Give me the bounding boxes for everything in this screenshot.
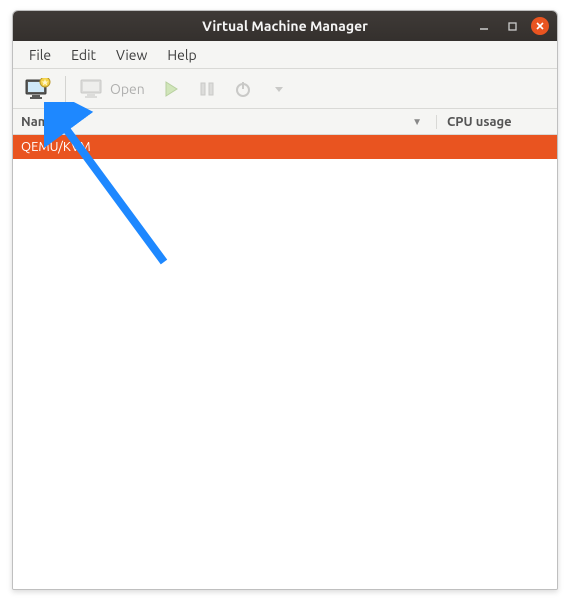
run-button[interactable] bbox=[155, 74, 187, 104]
monitor-new-icon bbox=[25, 78, 51, 100]
connection-row[interactable]: QEMU/KVM bbox=[13, 135, 557, 159]
menu-file[interactable]: File bbox=[19, 43, 61, 67]
toolbar: Open bbox=[13, 69, 557, 109]
menubar: File Edit View Help bbox=[13, 41, 557, 69]
pause-icon bbox=[199, 81, 215, 97]
vm-list[interactable]: QEMU/KVM bbox=[13, 135, 557, 589]
titlebar: Virtual Machine Manager bbox=[13, 11, 557, 41]
column-name-label: Name bbox=[21, 115, 56, 129]
minimize-button[interactable] bbox=[475, 17, 493, 35]
monitor-icon bbox=[80, 79, 104, 99]
window-controls bbox=[475, 17, 549, 35]
toolbar-separator bbox=[65, 76, 66, 102]
column-headers: Name ▼ CPU usage bbox=[13, 109, 557, 135]
new-vm-button[interactable] bbox=[19, 74, 57, 104]
open-console-button[interactable]: Open bbox=[74, 74, 151, 104]
shutdown-menu-button[interactable] bbox=[263, 74, 295, 104]
shutdown-button[interactable] bbox=[227, 74, 259, 104]
maximize-icon bbox=[507, 21, 518, 32]
power-icon bbox=[234, 80, 252, 98]
maximize-button[interactable] bbox=[503, 17, 521, 35]
minimize-icon bbox=[478, 20, 490, 32]
column-header-cpu[interactable]: CPU usage bbox=[437, 115, 557, 129]
menu-help[interactable]: Help bbox=[157, 43, 206, 67]
column-header-name[interactable]: Name ▼ bbox=[13, 115, 437, 129]
close-icon bbox=[535, 21, 545, 31]
app-window: Virtual Machine Manager File Edit View H… bbox=[12, 10, 558, 590]
menu-view[interactable]: View bbox=[106, 43, 157, 67]
play-icon bbox=[162, 80, 180, 98]
open-label: Open bbox=[110, 81, 145, 97]
close-button[interactable] bbox=[531, 17, 549, 35]
connection-label: QEMU/KVM bbox=[21, 140, 91, 154]
menu-edit[interactable]: Edit bbox=[61, 43, 106, 67]
window-title: Virtual Machine Manager bbox=[202, 18, 368, 34]
chevron-down-icon bbox=[273, 83, 285, 95]
pause-button[interactable] bbox=[191, 74, 223, 104]
sort-indicator-icon: ▼ bbox=[412, 116, 422, 128]
column-cpu-label: CPU usage bbox=[447, 115, 512, 129]
